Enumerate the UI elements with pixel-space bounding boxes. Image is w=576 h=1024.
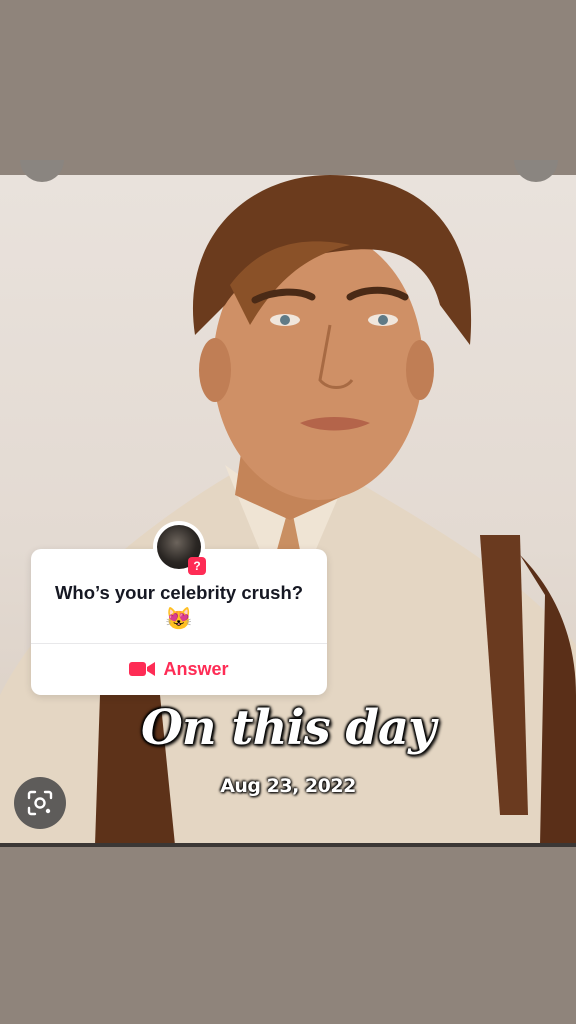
on-this-day-title: On this day	[140, 700, 436, 756]
photo-border	[0, 843, 576, 847]
answer-label: Answer	[163, 658, 229, 679]
lens-search-button[interactable]	[14, 777, 66, 829]
question-text: Who’s your celebrity crush?	[54, 582, 304, 603]
answer-button[interactable]: Answer	[31, 653, 327, 685]
question-emoji: 😻	[165, 606, 193, 631]
memory-date: Aug 23, 2022	[220, 775, 356, 797]
video-camera-icon	[129, 662, 156, 676]
question-badge: ?	[188, 557, 206, 575]
lens-search-icon	[27, 790, 53, 816]
sticker-divider	[31, 643, 327, 644]
